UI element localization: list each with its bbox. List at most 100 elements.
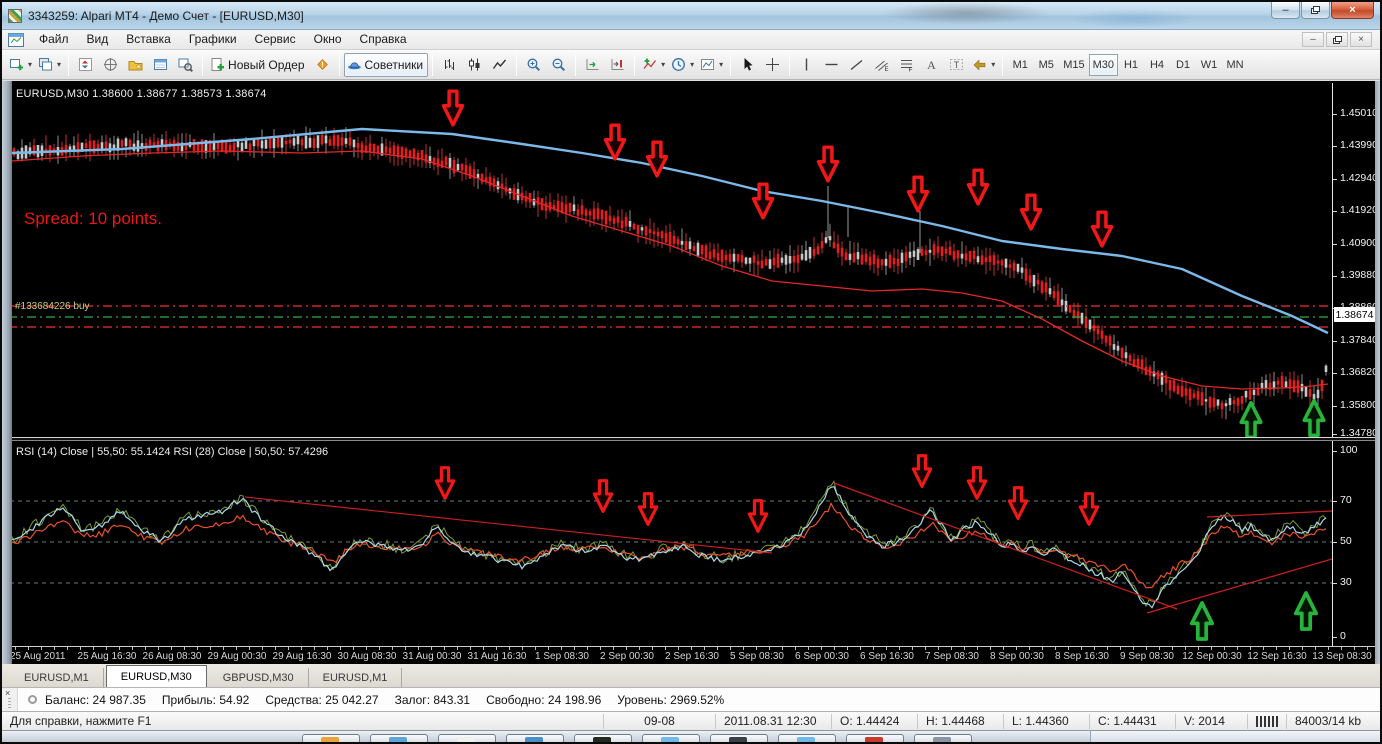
minimize-button[interactable]: – <box>1271 2 1300 19</box>
taskbar-button[interactable] <box>438 734 496 742</box>
alerts-button[interactable]: ! <box>310 53 335 77</box>
open-order-label: #133684226 buy <box>15 301 90 312</box>
templates-icon <box>700 57 715 72</box>
mdi-close-button[interactable]: × <box>1350 32 1372 47</box>
dropdown-caret-icon[interactable]: ▾ <box>719 60 723 69</box>
taskbar-app-icon <box>389 737 407 742</box>
candlestick-chart-button[interactable] <box>462 53 487 77</box>
svg-text:A: A <box>927 58 936 72</box>
timeframe-d1-button[interactable]: D1 <box>1170 54 1196 76</box>
timeframe-mn-button[interactable]: MN <box>1222 54 1248 76</box>
tester-icon <box>178 57 193 72</box>
timeframe-h1-button[interactable]: H1 <box>1118 54 1144 76</box>
close-button[interactable]: × <box>1331 2 1374 19</box>
timeframe-w1-button[interactable]: W1 <box>1196 54 1222 76</box>
mdi-restore-button[interactable] <box>1326 32 1348 47</box>
restore-button[interactable] <box>1301 2 1330 19</box>
chart-tab-0[interactable]: EURUSD,M1 <box>10 668 104 687</box>
data-window-button[interactable] <box>98 53 123 77</box>
shapes-icon <box>972 57 987 72</box>
text-icon: A <box>924 57 939 72</box>
fibonacci-button[interactable]: F <box>894 53 919 77</box>
chart-tab-2[interactable]: GBPUSD,M30 <box>209 668 309 687</box>
taskbar-button[interactable] <box>710 734 768 742</box>
taskbar-button[interactable] <box>370 734 428 742</box>
timeframe-h4-button[interactable]: H4 <box>1144 54 1170 76</box>
rsi-axis-label: 70 <box>1340 494 1352 506</box>
menu-item-2[interactable]: Вставка <box>117 32 180 46</box>
taskbar-button[interactable] <box>574 734 632 742</box>
arrows-tool-button[interactable]: ▾ <box>969 53 998 77</box>
horizontal-line-button[interactable] <box>819 53 844 77</box>
taskbar-button[interactable] <box>846 734 904 742</box>
svg-text:F: F <box>909 66 913 72</box>
taskbar-button[interactable] <box>642 734 700 742</box>
toolbar-separator <box>730 54 731 76</box>
account-stat: Свободно: 24 198.96 <box>486 693 601 707</box>
dropdown-caret-icon[interactable]: ▾ <box>57 60 61 69</box>
menu-item-5[interactable]: Окно <box>305 32 351 46</box>
hline-icon <box>824 57 839 72</box>
vertical-line-button[interactable] <box>794 53 819 77</box>
auto-scroll-button[interactable] <box>580 53 605 77</box>
equidistant-channel-button[interactable]: E <box>869 53 894 77</box>
periods-button[interactable]: ▾ <box>668 53 697 77</box>
mdi-minimize-button[interactable]: – <box>1302 32 1324 47</box>
toolbar-separator <box>789 54 790 76</box>
dropdown-caret-icon[interactable]: ▾ <box>28 60 32 69</box>
dropdown-caret-icon[interactable]: ▾ <box>661 60 665 69</box>
taskbar-button[interactable] <box>914 734 972 742</box>
strategy-tester-button[interactable] <box>173 53 198 77</box>
taskbar-button[interactable] <box>778 734 836 742</box>
cursor-button[interactable] <box>735 53 760 77</box>
indicators-button[interactable]: ▾ <box>639 53 668 77</box>
trade-status-icon <box>28 695 37 704</box>
dropdown-caret-icon[interactable]: ▾ <box>690 60 694 69</box>
profiles-icon <box>38 57 53 72</box>
bar-chart-button[interactable] <box>437 53 462 77</box>
navigator-button[interactable] <box>123 53 148 77</box>
indicators-icon <box>642 57 657 72</box>
menu-item-3[interactable]: Графики <box>180 32 246 46</box>
terminal-close-icon[interactable]: × <box>5 688 10 698</box>
sell-arrow-icon <box>443 91 462 125</box>
status-help-text: Для справки, нажмите F1 <box>2 714 603 729</box>
zoom-out-button[interactable] <box>546 53 571 77</box>
order-lines <box>8 306 1332 327</box>
expert-advisors-button[interactable]: Советники <box>344 53 429 77</box>
zoom-in-button[interactable] <box>521 53 546 77</box>
trendline-button[interactable] <box>844 53 869 77</box>
terminal-grip[interactable]: × <box>2 688 18 711</box>
rsi14-green-line <box>12 481 1326 606</box>
menu-item-6[interactable]: Справка <box>351 32 416 46</box>
rsi-indicator-canvas[interactable] <box>2 441 1332 646</box>
terminal-button[interactable] <box>148 53 173 77</box>
new-order-button[interactable]: Новый Ордер <box>207 53 309 77</box>
market-watch-button[interactable] <box>73 53 98 77</box>
dropdown-caret-icon[interactable]: ▾ <box>991 60 995 69</box>
timeframe-m15-button[interactable]: M15 <box>1059 54 1088 76</box>
timeframe-m30-button[interactable]: M30 <box>1089 54 1118 76</box>
text-button[interactable]: A <box>919 53 944 77</box>
taskbar-button[interactable] <box>506 734 564 742</box>
toolbar-separator <box>339 54 340 76</box>
profiles-button[interactable]: ▾ <box>35 53 64 77</box>
templates-button[interactable]: ▾ <box>697 53 726 77</box>
chart-tab-3[interactable]: EURUSD,M1 <box>309 668 403 687</box>
menu-item-1[interactable]: Вид <box>78 32 118 46</box>
new-chart-button[interactable]: ▾ <box>6 53 35 77</box>
sell-arrow-icon <box>968 468 985 499</box>
crosshair-button[interactable] <box>760 53 785 77</box>
toolbar-separator <box>634 54 635 76</box>
chart-tab-1[interactable]: EURUSD,M30 <box>106 665 207 687</box>
chart-shift-button[interactable] <box>605 53 630 77</box>
text-label-button[interactable]: T <box>944 53 969 77</box>
line-chart-button[interactable] <box>487 53 512 77</box>
timeframe-m1-button[interactable]: M1 <box>1007 54 1033 76</box>
menu-item-4[interactable]: Сервис <box>246 32 305 46</box>
menu-item-0[interactable]: Файл <box>30 32 78 46</box>
taskbar-button[interactable] <box>302 734 360 742</box>
panel-divider[interactable] <box>2 437 1380 441</box>
timeframe-m5-button[interactable]: M5 <box>1033 54 1059 76</box>
price-chart-canvas[interactable] <box>2 83 1332 437</box>
